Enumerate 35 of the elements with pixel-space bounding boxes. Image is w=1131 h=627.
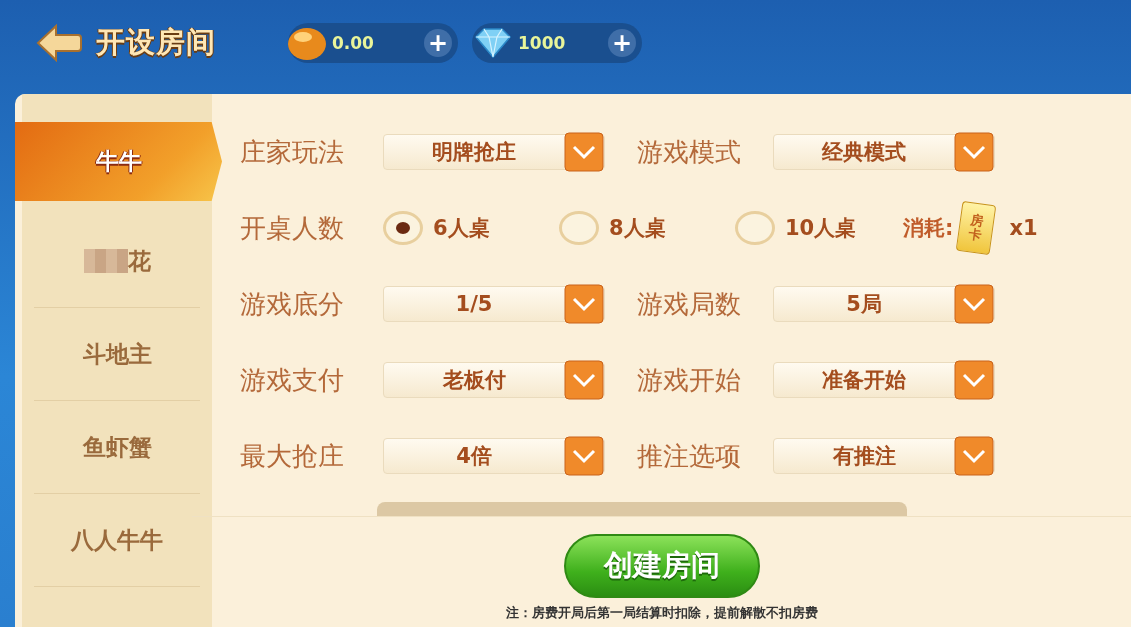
dropdown-field[interactable]: 明牌抢庄 bbox=[383, 134, 605, 170]
field-label: 游戏开始 bbox=[637, 363, 742, 397]
add-button[interactable]: + bbox=[424, 29, 452, 57]
dropdown-field[interactable] bbox=[377, 502, 907, 516]
field-label: 最大抢庄 bbox=[240, 439, 345, 473]
field-label: 游戏模式 bbox=[637, 135, 742, 169]
back-arrow-icon[interactable] bbox=[36, 24, 82, 62]
field-label: 游戏支付 bbox=[240, 363, 345, 397]
radio-option[interactable]: 8人桌 bbox=[559, 211, 735, 245]
currency-amount: 0.00 bbox=[332, 33, 375, 53]
dropdown-field[interactable]: 老板付 bbox=[383, 362, 605, 398]
field-label: 推注选项 bbox=[637, 439, 742, 473]
field-label: 开桌人数 bbox=[240, 211, 345, 245]
field-label: 游戏局数 bbox=[637, 287, 742, 321]
game-tab[interactable]: 斗地主 bbox=[34, 308, 200, 401]
fee-note: 注：房费开局后第一局结算时扣除，提前解散不扣房费 bbox=[505, 604, 818, 622]
page-title: 开设房间 bbox=[96, 24, 216, 61]
game-tab[interactable]: 鱼虾蟹 bbox=[34, 401, 200, 494]
dropdown-field[interactable]: 经典模式 bbox=[773, 134, 995, 170]
cost-label: 消耗: bbox=[903, 215, 954, 242]
dropdown-field[interactable]: 有推注 bbox=[773, 438, 995, 474]
room-card-icon: 房卡 bbox=[956, 200, 997, 256]
dropdown-field[interactable]: 5局 bbox=[773, 286, 995, 322]
field-label: 庄家玩法 bbox=[240, 135, 345, 169]
dropdown-field[interactable]: 准备开始 bbox=[773, 362, 995, 398]
game-tab[interactable]: 八人牛牛 bbox=[34, 494, 200, 587]
dropdown-field[interactable]: 1/5 bbox=[383, 286, 605, 322]
radio-option[interactable]: 6人桌 bbox=[383, 211, 559, 245]
dropdown-field[interactable]: 4倍 bbox=[383, 438, 605, 474]
add-button[interactable]: + bbox=[608, 29, 636, 57]
cost-count: x1 bbox=[1009, 216, 1038, 240]
game-tab[interactable]: 花 bbox=[34, 215, 200, 308]
field-label: 游戏底分 bbox=[240, 287, 345, 321]
currency-amount: 1000 bbox=[518, 33, 567, 53]
diamond-icon bbox=[472, 26, 514, 60]
